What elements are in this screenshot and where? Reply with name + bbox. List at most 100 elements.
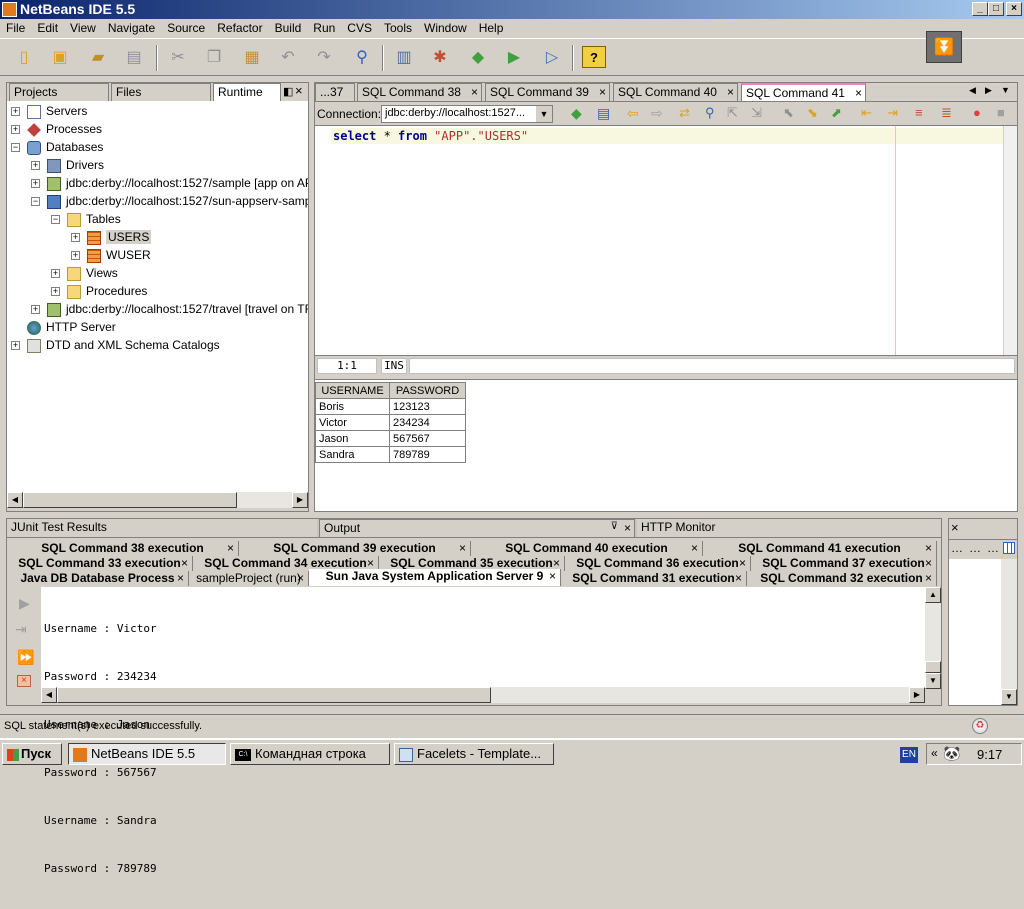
tree-drivers[interactable]: Drivers (47, 156, 104, 174)
menu-run[interactable]: Run (307, 19, 341, 37)
expand-icon[interactable]: + (51, 269, 60, 278)
tree-views[interactable]: Views (67, 264, 118, 282)
table-cell[interactable]: 789789 (389, 446, 466, 463)
save-all-icon[interactable]: ▤ (122, 46, 146, 68)
menu-file[interactable]: File (0, 19, 31, 37)
expand-icon[interactable]: + (11, 107, 20, 116)
rerun-icon[interactable]: ▶ (19, 595, 30, 612)
grid-icon[interactable] (1003, 542, 1015, 554)
tab-sql-38[interactable]: SQL Command 38 × (357, 83, 482, 101)
close-tab-icon[interactable]: × (925, 556, 932, 571)
close-tab-icon[interactable]: × (691, 541, 698, 556)
output-tab[interactable]: SQL Command 32 execution × (747, 571, 937, 586)
stop-macro-icon[interactable]: ■ (997, 105, 1005, 120)
tree-table-wuser[interactable]: WUSER (87, 246, 151, 264)
expand-icon[interactable]: + (11, 125, 20, 134)
table-row[interactable]: Sandra 789789 (315, 446, 466, 463)
output-tab[interactable]: SQL Command 37 execution × (751, 556, 937, 571)
start-button[interactable]: Пуск (2, 743, 62, 765)
scroll-down-icon[interactable]: ▼ (1001, 689, 1017, 705)
output-tab[interactable]: Java DB Database Process × (7, 571, 189, 586)
results-table[interactable]: USERNAME PASSWORD Boris 123123 Victor 23423… (315, 382, 466, 463)
more-icon[interactable]: … (987, 541, 999, 555)
table-cell[interactable]: 123123 (389, 398, 466, 415)
stop-icon[interactable]: × (17, 675, 31, 687)
output-tab[interactable]: SQL Command 31 execution × (561, 571, 747, 586)
collapse-icon[interactable]: − (11, 143, 20, 152)
menu-window[interactable]: Window (418, 19, 473, 37)
close-tab-icon[interactable]: × (459, 541, 466, 556)
expand-icon[interactable]: + (51, 287, 60, 296)
tree-table-users[interactable]: USERS (87, 228, 152, 246)
language-indicator[interactable]: EN (900, 747, 918, 763)
expand-icon[interactable]: + (11, 341, 20, 350)
close-tab-icon[interactable]: × (599, 85, 606, 99)
close-tab-icon[interactable]: × (181, 556, 188, 571)
more-icon[interactable]: … (951, 541, 963, 555)
output-tab[interactable]: sampleProject (run) × (189, 571, 309, 586)
continue-icon[interactable]: ⏩ (17, 649, 34, 666)
shift-right-icon[interactable]: ⇥ (887, 105, 898, 121)
search-icon[interactable]: ⚲ (705, 105, 715, 121)
minimize-window-icon[interactable]: ◧ (283, 85, 293, 98)
tab-scroll-right-icon[interactable]: ▶ (985, 85, 992, 96)
select-connection-icon[interactable]: ▤ (597, 105, 610, 122)
scroll-right-icon[interactable]: ▶ (909, 687, 925, 703)
output-tab[interactable]: SQL Command 36 execution × (565, 556, 751, 571)
uncomment-icon[interactable]: ≣ (941, 105, 952, 121)
forward-icon[interactable]: ⇨ (651, 105, 663, 122)
expand-icon[interactable]: + (71, 251, 80, 260)
table-cell[interactable]: Jason (315, 430, 390, 447)
table-cell[interactable]: 567567 (389, 430, 466, 447)
find-icon[interactable]: ⚲ (350, 46, 374, 68)
table-cell[interactable]: Boris (315, 398, 390, 415)
output-tab[interactable]: SQL Command 38 execution × (7, 541, 239, 556)
expand-icon[interactable]: + (71, 233, 80, 242)
tree-http-server[interactable]: HTTP Server (27, 318, 116, 336)
close-tab-icon[interactable]: × (925, 571, 932, 586)
expand-icon[interactable]: + (31, 179, 40, 188)
menu-view[interactable]: View (64, 19, 102, 37)
minimize-button[interactable]: _ (972, 2, 988, 16)
horizontal-scrollbar[interactable]: ◀ ▶ (7, 492, 308, 508)
new-file-icon[interactable]: ▯ (12, 46, 36, 68)
table-row[interactable]: Victor 234234 (315, 414, 466, 431)
gc-icon[interactable]: ♻ (972, 718, 988, 734)
bookmark-prev-icon[interactable]: ⬉ (783, 105, 794, 121)
find-selection-icon[interactable]: ⇄ (679, 105, 690, 121)
close-tab-icon[interactable]: × (471, 85, 478, 99)
menu-refactor[interactable]: Refactor (211, 19, 268, 37)
output-tab[interactable]: SQL Command 39 execution × (239, 541, 471, 556)
menu-navigate[interactable]: Navigate (102, 19, 161, 37)
close-panel-icon[interactable]: × (624, 521, 631, 535)
clean-build-icon[interactable]: ✱ (428, 46, 452, 68)
tab-runtime[interactable]: Runtime (213, 83, 281, 101)
close-tab-icon[interactable]: × (177, 571, 184, 586)
table-row[interactable]: Jason 567567 (315, 430, 466, 447)
tree-procedures[interactable]: Procedures (67, 282, 147, 300)
expand-icon[interactable]: + (31, 161, 40, 170)
scroll-up-icon[interactable]: ▲ (925, 587, 941, 603)
table-cell[interactable]: Sandra (315, 446, 390, 463)
undo-icon[interactable]: ↶ (276, 46, 300, 68)
close-tab-icon[interactable]: × (855, 86, 862, 100)
output-tab[interactable]: SQL Command 33 execution × (7, 556, 193, 571)
tree-connection-travel[interactable]: jdbc:derby://localhost:1527/travel [trav… (47, 300, 308, 318)
tab-projects[interactable]: Projects (9, 83, 109, 101)
menu-edit[interactable]: Edit (31, 19, 64, 37)
scroll-down-icon[interactable]: ▼ (925, 673, 941, 689)
tree-connection-sample[interactable]: jdbc:derby://localhost:1527/sample [app … (47, 174, 308, 192)
taskbar-facelets[interactable]: Facelets - Template... (394, 743, 554, 765)
tab-output[interactable]: Output ⊽ × (319, 519, 635, 537)
rerun-modified-icon[interactable]: ⇥ (15, 621, 27, 638)
sql-statement[interactable]: select * from "APP"."USERS" (333, 129, 528, 143)
tree-dtd-catalogs[interactable]: DTD and XML Schema Catalogs (27, 336, 220, 354)
sql-editor[interactable]: select * from "APP"."USERS" (315, 125, 1017, 356)
copy-icon[interactable]: ❐ (202, 46, 226, 68)
toggle-bookmark-icon[interactable]: ⬈ (831, 105, 842, 121)
close-tab-icon[interactable]: × (549, 569, 556, 584)
cut-icon[interactable]: ✂ (166, 46, 190, 68)
close-tab-icon[interactable]: × (227, 541, 234, 556)
output-tab[interactable]: SQL Command 41 execution × (703, 541, 937, 556)
build-icon[interactable]: ▥ (392, 46, 416, 68)
